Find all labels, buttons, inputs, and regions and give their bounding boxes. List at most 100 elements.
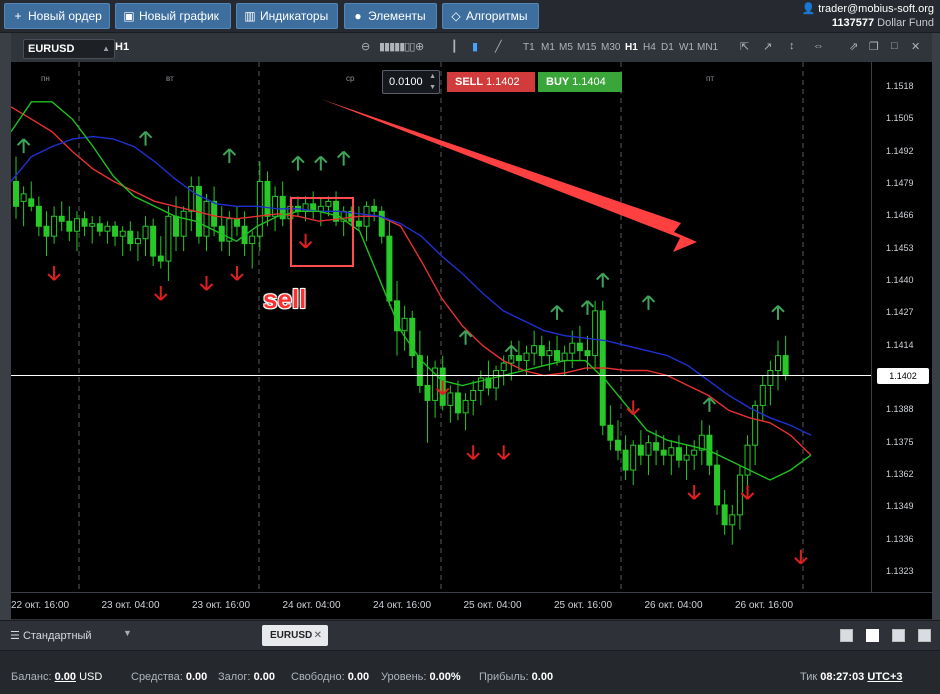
candle-body (264, 180, 271, 217)
time-tick-label: 25 окт. 04:00 (463, 600, 522, 611)
candle-body (683, 454, 690, 461)
timeframe-m5[interactable]: M5 (559, 42, 573, 53)
chevron-down-icon[interactable]: ▼ (123, 628, 132, 638)
user-email: trader@mobius-soft.org (818, 3, 934, 15)
chart-plot-area[interactable]: пнвтсрчтпт (11, 62, 871, 592)
sell-signal-arrow (496, 445, 511, 460)
price-tick-label: 1.1518 (886, 80, 914, 91)
timeframe-d1[interactable]: D1 (661, 42, 674, 53)
close-icon[interactable]: ✕ (314, 625, 322, 646)
maximize-icon[interactable]: □ (891, 40, 898, 52)
candle-body (157, 255, 164, 262)
candle-body (561, 352, 568, 362)
funds-value: 0.00 (185, 671, 208, 683)
sell-signal-arrow (199, 275, 214, 291)
candle-body (317, 205, 324, 212)
timeframe-h4[interactable]: H4 (643, 42, 656, 53)
candle-body (401, 317, 408, 332)
price-tick-label: 1.1414 (886, 339, 914, 350)
candle-body (736, 474, 743, 516)
shapes-icon: ● (354, 9, 362, 23)
buy-label: BUY (546, 76, 570, 88)
lot-size-input[interactable]: 0.0100 ▲ ▼ (382, 70, 440, 94)
timeframe-m1[interactable]: M1 (541, 42, 555, 53)
workspace-selector[interactable]: ☰ Стандартный (10, 629, 92, 642)
timeframe-h1[interactable]: H1 (625, 42, 638, 53)
candle-body (119, 230, 126, 237)
price-axis[interactable]: 1.1518 1.1505 1.1492 1.1479 1.1466 1.1453 1.14… (871, 62, 932, 592)
sell-button[interactable]: SELL 1.1402 (447, 72, 535, 92)
price-tick-label: 1.1375 (886, 436, 914, 447)
buy-button[interactable]: BUY 1.1404 (538, 72, 622, 92)
timeframe-mn1[interactable]: MN1 (697, 42, 718, 53)
price-tick-label: 1.1440 (886, 274, 914, 285)
scale-icon[interactable]: ↕ (789, 40, 795, 52)
candle-body (554, 350, 561, 362)
indicators-button[interactable]: ▥ Индикаторы (236, 3, 338, 29)
time-tick-label: 22 окт. 16:00 (11, 600, 70, 611)
left-panel-strip[interactable] (0, 33, 11, 620)
tab-eurusd[interactable]: EURUSD ✕ (262, 625, 328, 646)
sell-signal-arrow (466, 445, 480, 460)
candle-body (729, 514, 736, 526)
candle-body (767, 370, 774, 386)
candle-body (66, 220, 73, 232)
new-order-button[interactable]: + Новый ордер (4, 3, 110, 29)
candle-body (592, 310, 599, 357)
timezone-value[interactable]: UTC+3 (867, 671, 902, 683)
new-chart-button[interactable]: ▣ Новый график (115, 3, 231, 29)
line-chart-icon[interactable]: ╱ (495, 40, 502, 53)
free-value: 0.00 (347, 671, 370, 683)
detach-icon[interactable]: ⇗ (849, 40, 858, 53)
candle-body (775, 355, 781, 372)
sell-signal-arrow (47, 266, 61, 281)
bar-chart-icon[interactable]: ┃ (451, 40, 458, 53)
price-chart[interactable] (11, 62, 871, 592)
sell-signal-arrow (794, 549, 808, 565)
layout-single-icon[interactable] (840, 629, 853, 642)
candle-body (256, 180, 263, 237)
close-chart-icon[interactable]: ✕ (911, 40, 920, 53)
time-axis[interactable]: 22 окт. 16:00 23 окт. 04:00 23 окт. 16:00 2… (11, 592, 932, 619)
timeframe-t1[interactable]: T1 (523, 42, 535, 53)
diamond-icon: ◇ (451, 9, 461, 23)
candle-body (614, 439, 621, 451)
moving-average-line (11, 101, 812, 481)
candle-body (584, 350, 591, 357)
buy-price: 1.1404 (572, 76, 606, 88)
sell-annotation: sell (263, 284, 307, 314)
candle-body (645, 442, 652, 456)
account-info[interactable]: 👤 trader@mobius-soft.org 1137577 Dollar … (802, 2, 934, 30)
candle-body (180, 210, 187, 237)
timeframe-w1[interactable]: W1 (679, 42, 694, 53)
draw-icon[interactable]: ↗ (763, 40, 772, 53)
profit-status: Прибыль: 0.00 (479, 671, 554, 683)
right-panel-strip[interactable] (932, 33, 940, 620)
crosshair-icon[interactable]: ⇱ (740, 40, 749, 53)
candle-body (150, 225, 157, 257)
candle-body (714, 464, 721, 506)
zoom-out-icon[interactable]: ⊖ (361, 40, 370, 53)
time-tick-label: 24 окт. 16:00 (373, 600, 432, 611)
time-tick-label: 23 окт. 04:00 (101, 600, 160, 611)
balance-status: Баланс: 0.00 USD (11, 671, 103, 683)
timeframe-m15[interactable]: M15 (577, 42, 596, 53)
candle-body (13, 180, 19, 207)
spinner-icon[interactable]: ▲ ▼ (429, 71, 436, 93)
zoom-slider[interactable]: ▮▮▮▮▮▯▯ (379, 40, 415, 53)
plus-icon: + (14, 9, 22, 23)
symbol-selector[interactable]: EURUSD▲▼ (23, 39, 115, 71)
elements-button[interactable]: ● Элементы (344, 3, 437, 29)
layout-horizontal-icon[interactable] (918, 629, 931, 642)
algorithms-button[interactable]: ◇ Алгоритмы (442, 3, 539, 29)
time-tick-label: 23 окт. 16:00 (192, 600, 251, 611)
candles-icon[interactable]: ▮ (472, 40, 478, 53)
layout-vertical-icon[interactable] (892, 629, 905, 642)
zoom-in-icon[interactable]: ⊕ (415, 40, 424, 53)
layout-grid-icon[interactable] (866, 629, 879, 642)
fit-icon[interactable]: ⇔ (813, 40, 824, 52)
lot-value: 0.0100 (389, 76, 423, 88)
time-tick-label: 26 окт. 16:00 (735, 600, 794, 611)
restore-icon[interactable]: ❐ (869, 40, 879, 53)
timeframe-m30[interactable]: M30 (601, 42, 620, 53)
